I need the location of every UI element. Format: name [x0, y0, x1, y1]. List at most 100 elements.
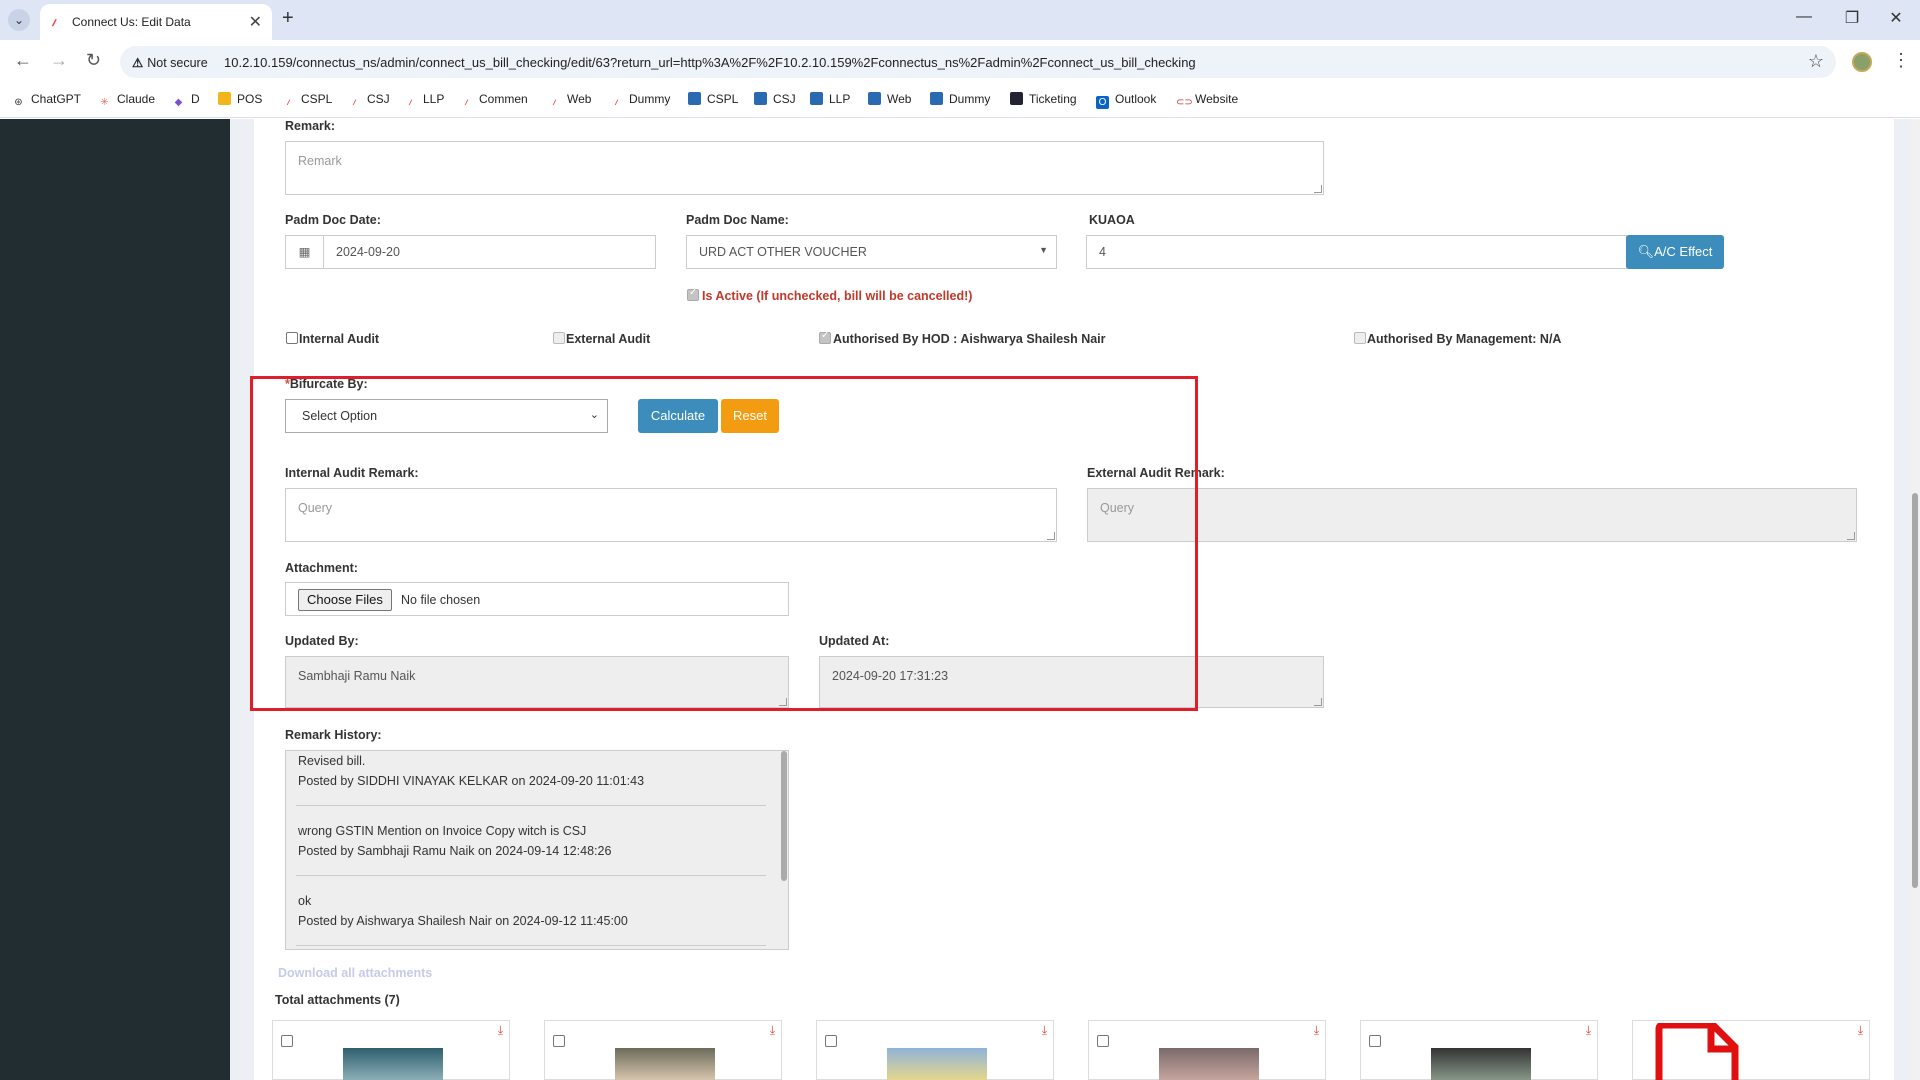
claude-icon: ✳: [100, 97, 109, 108]
attachment-thumbnail[interactable]: [1431, 1048, 1531, 1080]
attachment-card[interactable]: ⤓: [1632, 1020, 1870, 1080]
new-tab-icon[interactable]: +: [282, 7, 294, 30]
bookmark-item[interactable]: ⊂⊃ Website: [1176, 92, 1238, 109]
bookmark-item[interactable]: ✳ Claude: [98, 92, 155, 109]
close-tab-icon[interactable]: ✕: [249, 12, 262, 32]
attachment-thumbnail[interactable]: [615, 1048, 715, 1080]
bookmark-star-icon[interactable]: ☆: [1808, 51, 1824, 72]
external-audit-remark-textarea[interactable]: Query: [1087, 488, 1857, 542]
url-text[interactable]: 10.2.10.159/connectus_ns/admin/connect_u…: [224, 55, 1196, 70]
app-icon: [930, 92, 943, 105]
profile-avatar[interactable]: [1852, 52, 1872, 72]
bookmark-item[interactable]: CSPL: [688, 92, 738, 106]
attachment-thumbnail[interactable]: [343, 1048, 443, 1080]
attachment-card[interactable]: ⤓: [272, 1020, 510, 1080]
bookmark-item[interactable]: ⳇ Web: [548, 92, 592, 109]
site-icon: ⳇ: [614, 97, 619, 108]
diamond-icon: ◆: [174, 97, 183, 108]
bookmark-item[interactable]: LLP: [810, 92, 850, 106]
reload-icon[interactable]: ↻: [86, 50, 101, 71]
list-item: wrong GSTIN Mention on Invoice Copy witc…: [298, 821, 611, 861]
download-icon[interactable]: ⤓: [770, 1023, 775, 1038]
kuaoa-input[interactable]: 4: [1086, 235, 1627, 269]
bookmark-item[interactable]: ⳇ LLP: [404, 92, 445, 109]
bookmark-item[interactable]: Web: [868, 92, 911, 106]
list-item: ok Posted by Aishwarya Shailesh Nair on …: [298, 891, 628, 931]
folder-icon: [218, 92, 231, 105]
bookmark-item[interactable]: Ticketing: [1010, 92, 1077, 106]
is-active-checkbox[interactable]: [687, 287, 699, 301]
download-icon[interactable]: ⤓: [1858, 1023, 1863, 1038]
bookmark-item[interactable]: ⊛ ChatGPT: [12, 92, 81, 109]
attachment-checkbox[interactable]: [1369, 1035, 1381, 1047]
website-icon: ⊂⊃: [1176, 97, 1193, 108]
bookmark-item[interactable]: ◆ D: [172, 92, 200, 109]
close-window-icon[interactable]: ✕: [1876, 8, 1916, 28]
resize-grip-icon[interactable]: [1314, 185, 1322, 193]
bookmark-item[interactable]: ⳇ Commen: [460, 92, 528, 109]
pdf-file-icon[interactable]: [1651, 1023, 1741, 1080]
minimize-icon[interactable]: —: [1784, 8, 1824, 26]
remark-label: Remark:: [285, 119, 336, 133]
back-icon[interactable]: ←: [14, 50, 32, 71]
padm-doc-name-value: URD ACT OTHER VOUCHER: [699, 245, 867, 259]
authorised-management-checkbox[interactable]: [1354, 332, 1366, 344]
external-audit-label: External Audit: [566, 332, 651, 346]
attachment-checkbox[interactable]: [1097, 1035, 1109, 1047]
bookmark-item[interactable]: ⳇ CSPL: [282, 92, 333, 109]
authorised-management-label: Authorised By Management: N/A: [1367, 332, 1562, 346]
calendar-icon[interactable]: ▦: [286, 236, 324, 268]
bookmark-item[interactable]: POS: [218, 92, 262, 106]
external-audit-checkbox[interactable]: [553, 332, 565, 344]
attachment-thumbnail[interactable]: [1159, 1048, 1259, 1080]
kuaoa-label: KUAOA: [1089, 213, 1135, 227]
authorised-hod-checkbox[interactable]: [819, 330, 831, 344]
attachment-checkbox[interactable]: [281, 1035, 293, 1047]
attachment-card[interactable]: ⤓: [544, 1020, 782, 1080]
ac-effect-label: A/C Effect: [1654, 244, 1713, 259]
download-icon[interactable]: ⤓: [1314, 1023, 1319, 1038]
site-favicon-icon: ⳇ: [52, 15, 57, 29]
attachment-checkbox[interactable]: [553, 1035, 565, 1047]
history-scrollbar-thumb[interactable]: [781, 751, 787, 881]
restore-icon[interactable]: ❐: [1832, 8, 1872, 28]
page-scrollbar-thumb[interactable]: [1912, 493, 1918, 888]
download-icon[interactable]: ⤓: [498, 1023, 503, 1038]
padm-doc-date-value: 2024-09-20: [336, 245, 400, 259]
remark-textarea[interactable]: Remark: [285, 141, 1324, 195]
download-icon[interactable]: ⤓: [1586, 1023, 1591, 1038]
bookmark-item[interactable]: ⳇ CSJ: [348, 92, 390, 109]
forward-icon[interactable]: →: [50, 50, 68, 71]
internal-audit-checkbox[interactable]: [286, 332, 298, 344]
download-icon[interactable]: ⤓: [1042, 1023, 1047, 1038]
bookmark-item[interactable]: CSJ: [754, 92, 796, 106]
attachment-card[interactable]: ⤓: [1360, 1020, 1598, 1080]
download-all-attachments-link[interactable]: Download all attachments: [278, 966, 432, 980]
attachment-checkbox[interactable]: [825, 1035, 837, 1047]
not-secure-badge[interactable]: ⚠ Not secure: [132, 55, 208, 70]
is-active-label: Is Active (If unchecked, bill will be ca…: [702, 289, 973, 303]
bookmark-item[interactable]: O Outlook: [1096, 92, 1156, 109]
history-remark-text: Revised bill.: [298, 754, 366, 768]
highlight-box: [250, 376, 1198, 711]
remark-history-list[interactable]: Revised bill. Posted by SIDDHI VINAYAK K…: [285, 750, 789, 950]
ac-effect-button[interactable]: 🔍︎A/C Effect: [1626, 235, 1724, 269]
internal-audit-label: Internal Audit: [299, 332, 380, 346]
attachment-card[interactable]: ⤓: [1088, 1020, 1326, 1080]
browser-tab[interactable]: ⳇ Connect Us: Edit Data ✕: [40, 4, 272, 40]
search-icon: 🔍︎: [1637, 244, 1655, 259]
resize-grip-icon[interactable]: [1847, 532, 1855, 540]
padm-doc-date-input[interactable]: ▦ 2024-09-20: [285, 235, 656, 269]
url-omnibox[interactable]: ⚠ Not secure 10.2.10.159/connectus_ns/adm…: [120, 46, 1836, 78]
tab-search-dropdown-icon[interactable]: ⌄: [8, 9, 30, 31]
warning-icon: ⚠: [132, 56, 144, 70]
site-icon: ⳇ: [286, 97, 291, 108]
padm-doc-name-select[interactable]: URD ACT OTHER VOUCHER ▼: [686, 235, 1057, 269]
history-posted-by: Posted by Aishwarya Shailesh Nair on 202…: [298, 914, 628, 928]
attachment-card[interactable]: ⤓: [816, 1020, 1054, 1080]
bookmark-item[interactable]: ⳇ Dummy: [610, 92, 671, 109]
bookmark-item[interactable]: Dummy: [930, 92, 990, 106]
resize-grip-icon: [1314, 698, 1322, 706]
attachment-thumbnail[interactable]: [887, 1048, 987, 1080]
browser-menu-icon[interactable]: ⋮: [1892, 50, 1910, 71]
